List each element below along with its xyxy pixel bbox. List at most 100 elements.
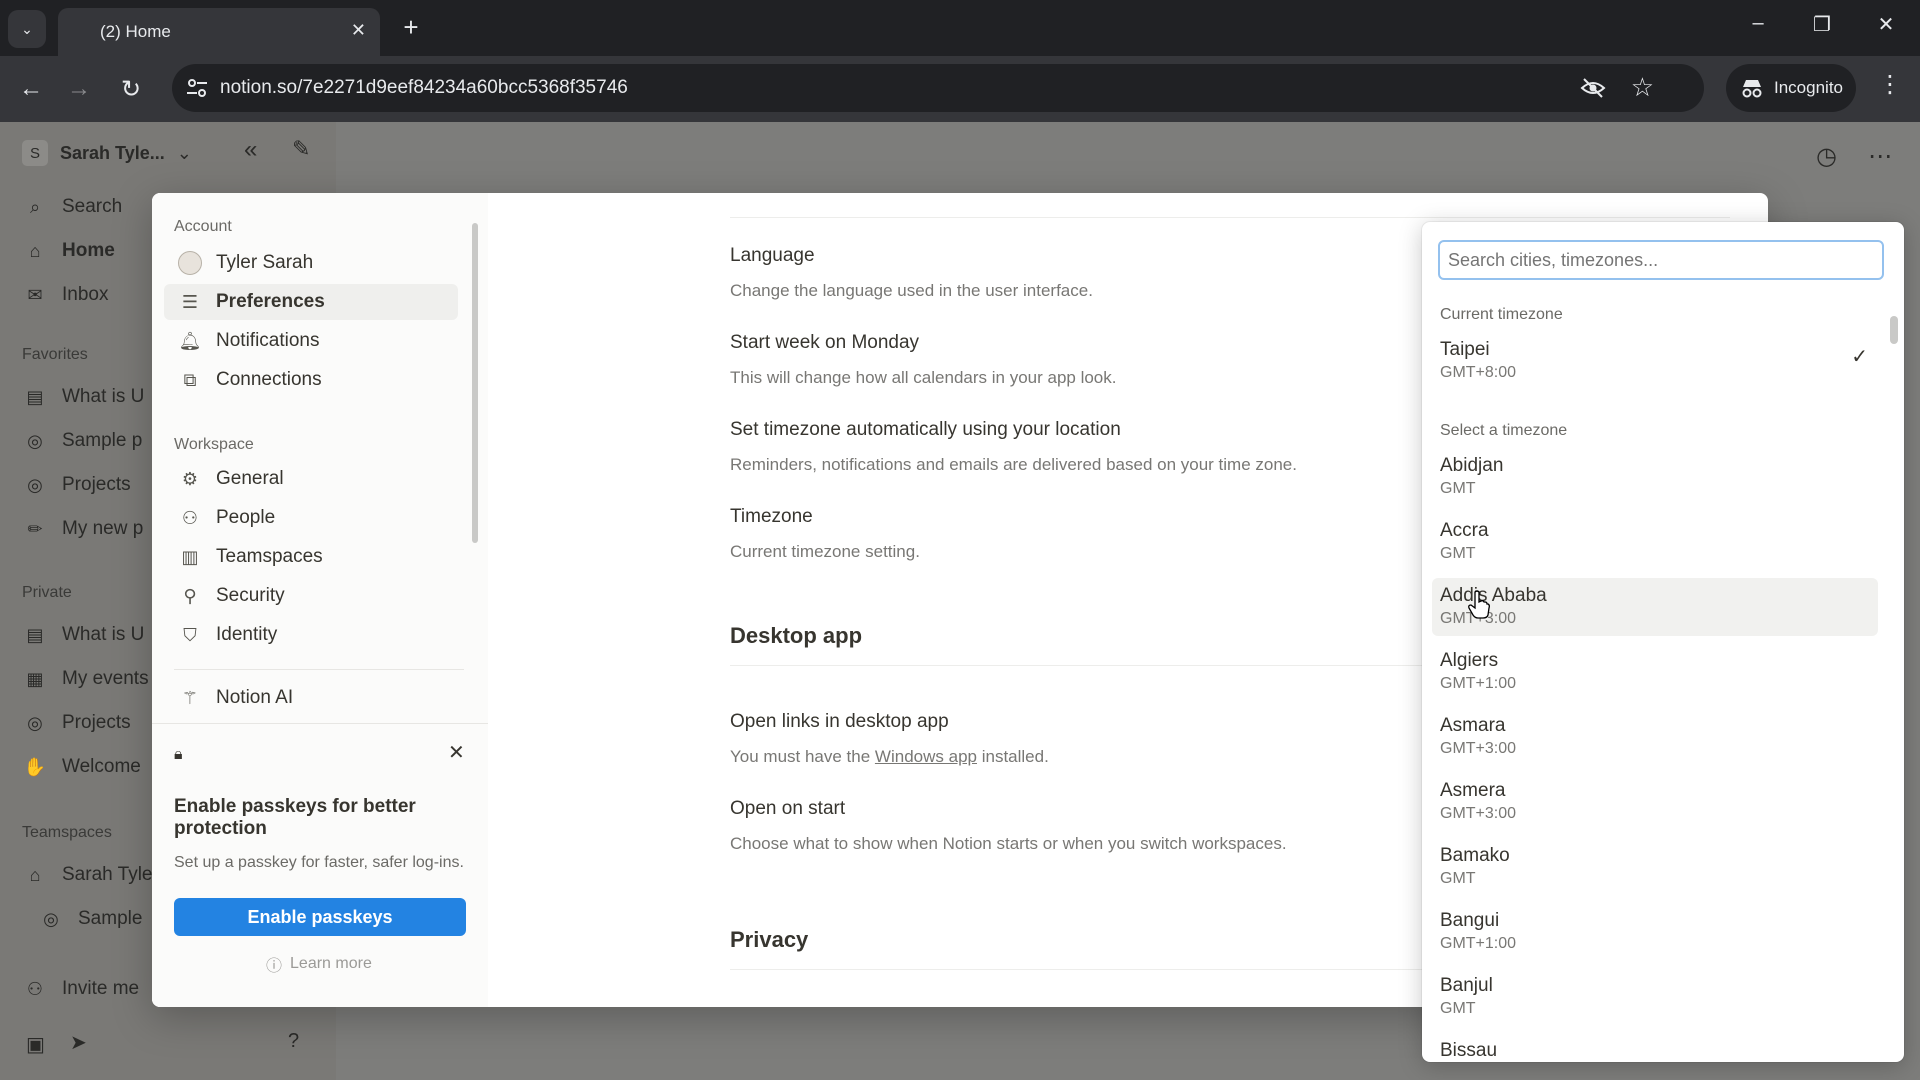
- enable-passkeys-button[interactable]: Enable passkeys: [174, 898, 466, 936]
- sidebar-item-search[interactable]: ⌕ Search: [24, 196, 122, 218]
- inbox-icon: ✉: [27, 284, 43, 305]
- new-tab-button[interactable]: +: [396, 12, 426, 42]
- close-icon[interactable]: ✕: [448, 740, 465, 765]
- browser-tab[interactable]: (2) Home ✕: [58, 8, 380, 56]
- page-icon: ◎: [27, 430, 43, 451]
- private-page[interactable]: ✋ Welcome: [24, 756, 141, 778]
- window-close-icon[interactable]: ✕: [1866, 12, 1906, 37]
- auto-timezone-title: Set timezone automatically using your lo…: [730, 419, 1121, 440]
- sidebar-item-label: Inbox: [62, 284, 109, 305]
- timezone-option[interactable]: Accra GMT: [1432, 513, 1878, 571]
- timezone-option[interactable]: Bissau: [1432, 1033, 1878, 1062]
- nav-item-preferences[interactable]: ☰ Preferences: [164, 284, 458, 320]
- browser-menu-icon[interactable]: ⋮: [1878, 70, 1902, 99]
- updates-clock-icon[interactable]: ◷: [1816, 142, 1837, 171]
- help-icon[interactable]: ?: [288, 1030, 299, 1053]
- page-icon: ▤: [26, 624, 44, 645]
- address-bar[interactable]: notion.so/7e2271d9eef84234a60bcc5368f357…: [172, 64, 1704, 112]
- timezone-option[interactable]: Bamako GMT: [1432, 838, 1878, 896]
- nav-item-label: Preferences: [216, 291, 325, 312]
- timezone-offset: GMT+8:00: [1440, 364, 1517, 381]
- timezone-search-input[interactable]: [1438, 240, 1884, 280]
- page-label: Projects: [62, 712, 131, 733]
- new-page-icon[interactable]: ✎: [292, 136, 310, 162]
- timezone-scrollbar[interactable]: [1890, 316, 1898, 344]
- page-icon: ◎: [27, 712, 43, 733]
- timezone-option[interactable]: Asmera GMT+3:00: [1432, 773, 1878, 831]
- timezone-option-hovered[interactable]: Addis Ababa GMT+3:00: [1432, 578, 1878, 636]
- tab-close-icon[interactable]: ✕: [351, 20, 366, 41]
- nav-item-teamspaces[interactable]: ▥ Teamspaces: [164, 539, 458, 575]
- nav-item-account-profile[interactable]: Tyler Sarah: [164, 245, 458, 281]
- gear-icon: ⚙: [181, 468, 199, 489]
- timezone-option[interactable]: Asmara GMT+3:00: [1432, 708, 1878, 766]
- nav-item-people[interactable]: ⚇ People: [164, 500, 458, 536]
- nav-item-general[interactable]: ⚙ General: [164, 461, 458, 497]
- timezone-city: Taipei: [1440, 339, 1490, 360]
- invite-members[interactable]: ⚇ Invite me: [24, 978, 139, 1000]
- nav-item-security[interactable]: ⚲ Security: [164, 578, 458, 614]
- pencil-icon: ✏: [27, 518, 43, 539]
- nav-divider: [174, 669, 464, 670]
- open-links-description: You must have the Windows app installed.: [730, 747, 1049, 767]
- start-week-description: This will change how all calendars in yo…: [730, 368, 1117, 387]
- timezone-option[interactable]: Algiers GMT+1:00: [1432, 643, 1878, 701]
- tracking-protection-eye-icon[interactable]: [1580, 76, 1606, 100]
- nav-item-notion-ai[interactable]: ⚚ Notion AI: [164, 680, 458, 716]
- workspace-switcher[interactable]: S Sarah Tyle... ⌄: [22, 140, 192, 166]
- tab-search-chevron-icon[interactable]: ⌄: [8, 10, 46, 48]
- reload-icon[interactable]: ↻: [116, 74, 146, 104]
- templates-icon[interactable]: ▣: [26, 1032, 45, 1057]
- learn-more-link[interactable]: ⓘ Learn more: [266, 952, 372, 976]
- teamspace-item[interactable]: ⌂ Sarah Tyle: [24, 864, 153, 886]
- favorite-page[interactable]: ✏ My new p: [24, 518, 143, 540]
- search-icon: ⌕: [29, 196, 41, 217]
- back-icon[interactable]: ←: [16, 74, 46, 104]
- private-page[interactable]: ▦ My events: [24, 668, 148, 690]
- incognito-indicator[interactable]: Incognito: [1726, 64, 1856, 112]
- timezone-option[interactable]: Abidjan GMT: [1432, 448, 1878, 506]
- page-more-icon[interactable]: ⋯: [1868, 142, 1892, 171]
- hand-cursor-icon: [1468, 590, 1490, 619]
- send-icon[interactable]: ➤: [70, 1030, 87, 1055]
- browser-tab-bar: ⌄ (2) Home ✕ + – ❐ ✕: [0, 0, 1920, 56]
- timezone-city: Asmera: [1440, 780, 1506, 801]
- open-on-start-description: Choose what to show when Notion starts o…: [730, 834, 1287, 853]
- teamspace-item[interactable]: ◎ Sample: [40, 908, 142, 930]
- nav-item-label: General: [216, 468, 284, 489]
- private-page[interactable]: ◎ Projects: [24, 712, 131, 734]
- nav-item-notifications[interactable]: 🔔︎ Notifications: [164, 323, 458, 359]
- favorite-page[interactable]: ◎ Sample p: [24, 430, 142, 452]
- teamspace-label: Sarah Tyle: [62, 864, 153, 885]
- favorite-page[interactable]: ▤ What is U: [24, 386, 144, 408]
- windows-app-link[interactable]: Windows app: [875, 747, 977, 766]
- timezone-option[interactable]: Banjul GMT: [1432, 968, 1878, 1026]
- minimize-icon[interactable]: –: [1738, 12, 1778, 35]
- home-icon: ⌂: [29, 864, 41, 885]
- sidebar-item-inbox[interactable]: ✉ Inbox: [24, 284, 108, 306]
- settings-nav-scrollbar[interactable]: [472, 223, 478, 543]
- bookmark-star-icon[interactable]: ☆: [1631, 72, 1654, 103]
- passkey-description: Set up a passkey for faster, safer log-i…: [174, 854, 464, 871]
- timezone-offset: GMT: [1440, 480, 1476, 497]
- favorite-page[interactable]: ◎ Projects: [24, 474, 131, 496]
- sidebar-item-home[interactable]: ⌂ Home: [24, 240, 115, 262]
- forward-icon[interactable]: →: [64, 74, 94, 104]
- open-links-desc-text: installed.: [976, 747, 1049, 766]
- nav-item-label: Security: [216, 585, 285, 606]
- timezone-option[interactable]: Bangui GMT+1:00: [1432, 903, 1878, 961]
- private-page[interactable]: ▤ What is U: [24, 624, 144, 646]
- nav-item-label: Notion AI: [216, 687, 294, 708]
- restore-icon[interactable]: ❐: [1802, 12, 1842, 37]
- building-icon: ▥: [181, 546, 199, 567]
- timezone-city: Bangui: [1440, 910, 1500, 931]
- language-title: Language: [730, 245, 815, 266]
- timezone-offset: GMT+1:00: [1440, 675, 1517, 692]
- nav-item-connections[interactable]: ⧉ Connections: [164, 362, 458, 398]
- collapse-sidebar-icon[interactable]: «: [244, 136, 257, 164]
- people-icon: ⚇: [181, 507, 199, 528]
- nav-item-identity[interactable]: ⛉ Identity: [164, 617, 458, 653]
- timezone-option-current[interactable]: Taipei GMT+8:00 ✓: [1432, 332, 1878, 390]
- timezone-city: Banjul: [1440, 975, 1493, 996]
- site-settings-icon[interactable]: [186, 78, 208, 98]
